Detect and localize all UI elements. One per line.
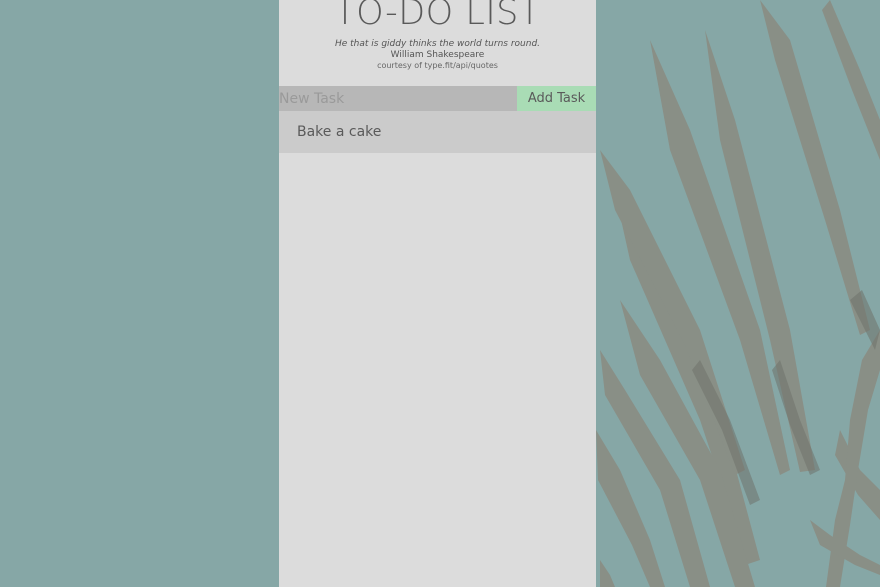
quote-author: William Shakespeare (390, 50, 485, 60)
todo-panel: TO-DO LIST He that is giddy thinks the w… (279, 0, 596, 587)
task-list: Bake a cake (279, 111, 596, 153)
header: TO-DO LIST He that is giddy thinks the w… (279, 0, 596, 86)
task-item[interactable]: Bake a cake (279, 111, 596, 153)
add-task-button[interactable]: Add Task (517, 86, 596, 111)
quote-credit: courtesy of type.fit/api/quotes (377, 61, 498, 70)
new-task-input[interactable] (279, 86, 517, 111)
quote-text: He that is giddy thinks the world turns … (334, 39, 541, 49)
new-task-form: Add Task (279, 86, 596, 111)
page-title: TO-DO LIST (334, 0, 541, 31)
